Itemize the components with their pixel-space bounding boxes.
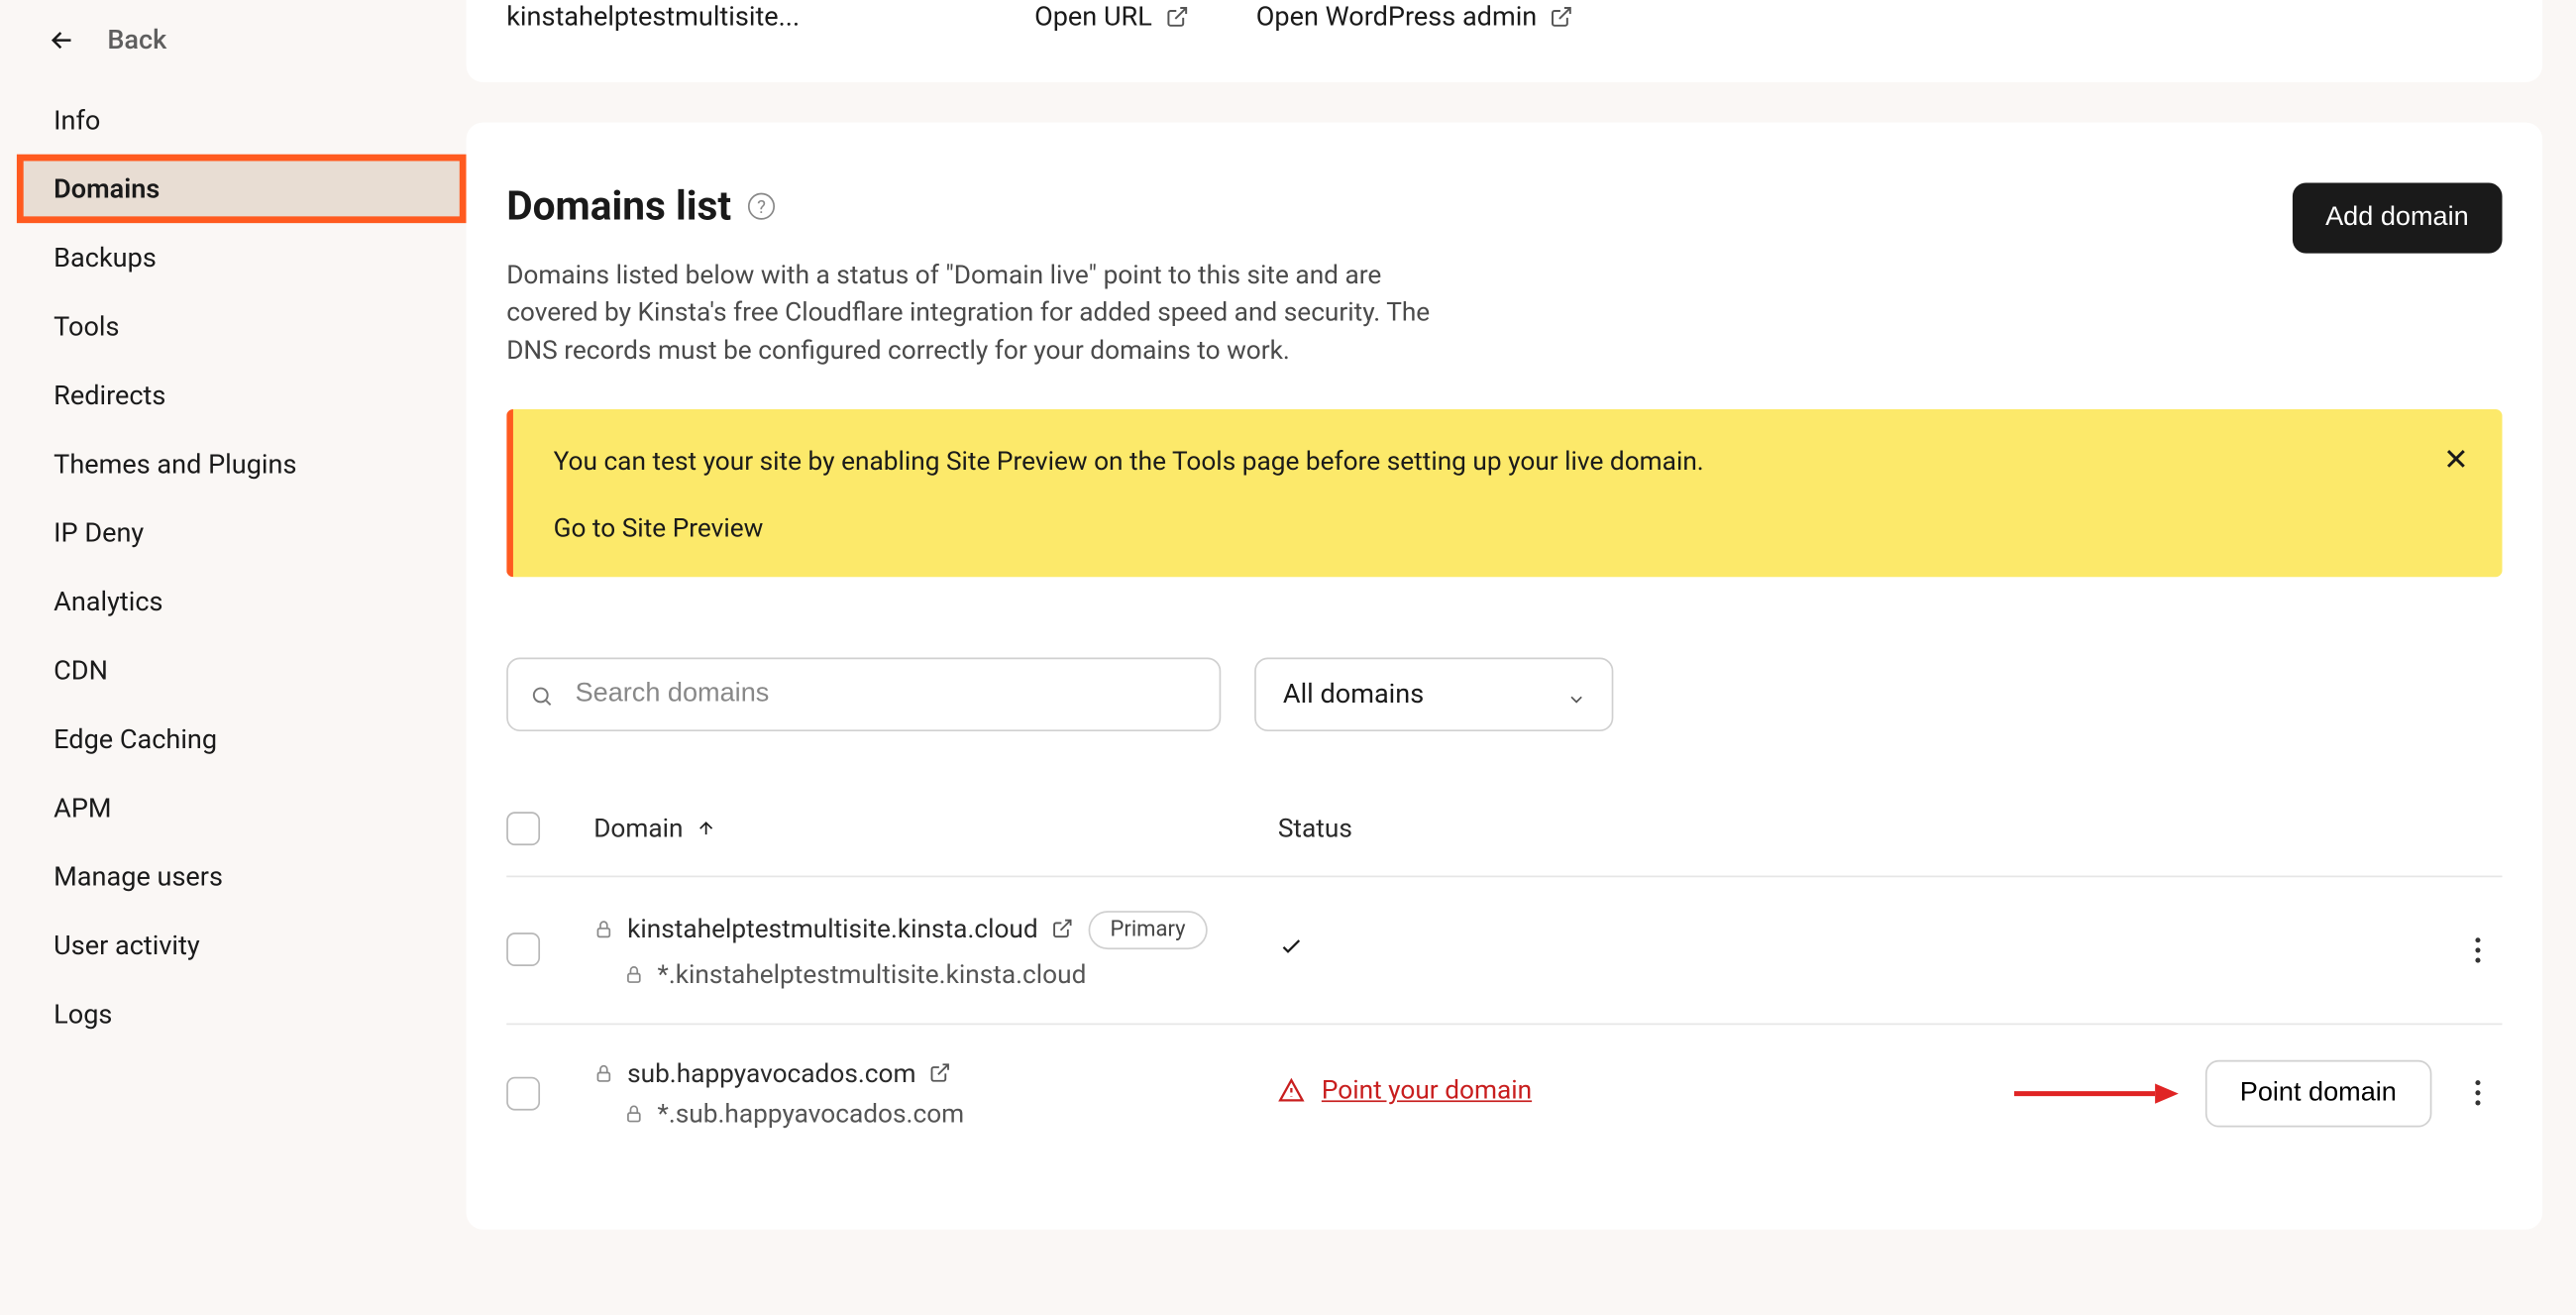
search-icon xyxy=(530,682,554,706)
chevron-down-icon xyxy=(1566,684,1586,704)
close-icon[interactable]: ✕ xyxy=(2443,444,2469,480)
lock-icon xyxy=(624,964,644,984)
external-link-icon[interactable] xyxy=(929,1061,953,1085)
topbar: kinstahelptestmultisite... Open URL Open… xyxy=(467,0,2543,82)
sidebar-item-cdn[interactable]: CDN xyxy=(0,636,467,705)
open-url-label: Open URL xyxy=(1034,0,1152,32)
row-menu-button[interactable] xyxy=(2452,924,2503,975)
sidebar-item-ip-deny[interactable]: IP Deny xyxy=(0,498,467,567)
domain-filter-select[interactable]: All domains xyxy=(1254,657,1613,730)
back-link[interactable]: Back xyxy=(0,24,467,86)
sidebar-item-user-activity[interactable]: User activity xyxy=(0,911,467,979)
external-link-icon xyxy=(1551,4,1574,28)
add-domain-button[interactable]: Add domain xyxy=(2292,183,2502,254)
primary-badge: Primary xyxy=(1088,911,1207,949)
open-wp-admin-label: Open WordPress admin xyxy=(1256,0,1538,32)
domain-name[interactable]: sub.happyavocados.com xyxy=(627,1058,915,1088)
table-row: kinstahelptestmultisite.kinsta.cloud Pri… xyxy=(506,877,2502,1025)
lock-icon xyxy=(593,920,613,939)
row-menu-button[interactable] xyxy=(2452,1067,2503,1119)
external-link-icon xyxy=(1165,4,1189,28)
point-domain-button[interactable]: Point domain xyxy=(2204,1059,2431,1127)
sidebar-item-logs[interactable]: Logs xyxy=(0,980,467,1048)
site-preview-alert: You can test your site by enabling Site … xyxy=(506,410,2502,577)
arrow-left-icon xyxy=(47,25,76,55)
page-title: Domains list xyxy=(506,183,731,230)
select-value: All domains xyxy=(1283,678,1424,710)
sidebar-item-manage-users[interactable]: Manage users xyxy=(0,842,467,911)
alert-text: You can test your site by enabling Site … xyxy=(554,444,2462,483)
sidebar-item-info[interactable]: Info xyxy=(0,85,467,154)
check-icon xyxy=(1278,932,1305,959)
sidebar-item-domains[interactable]: Domains xyxy=(17,155,467,223)
sidebar-item-themes-plugins[interactable]: Themes and Plugins xyxy=(0,429,467,497)
lock-icon xyxy=(593,1063,613,1083)
sidebar-item-edge-caching[interactable]: Edge Caching xyxy=(0,705,467,773)
table-row: sub.happyavocados.com *.sub.happyavocado… xyxy=(506,1025,2502,1162)
sidebar-item-apm[interactable]: APM xyxy=(0,773,467,841)
sort-ascending-icon xyxy=(697,818,716,837)
help-icon[interactable]: ? xyxy=(748,193,775,220)
row-checkbox[interactable] xyxy=(506,932,540,966)
sidebar-item-analytics[interactable]: Analytics xyxy=(0,567,467,635)
page-description: Domains listed below with a status of "D… xyxy=(506,257,1446,370)
wildcard-domain: *.kinstahelptestmultisite.kinsta.cloud xyxy=(658,959,1087,989)
alert-link[interactable]: Go to Site Preview xyxy=(554,512,2462,542)
site-name: kinstahelptestmultisite... xyxy=(506,0,800,32)
sidebar-item-redirects[interactable]: Redirects xyxy=(0,361,467,429)
sidebar-item-tools[interactable]: Tools xyxy=(0,292,467,361)
back-label: Back xyxy=(107,24,166,55)
domains-table: Domain Status xyxy=(506,812,2502,1162)
open-wp-admin-link[interactable]: Open WordPress admin xyxy=(1256,0,1574,32)
annotation-arrow-icon xyxy=(2010,1076,2178,1110)
search-input[interactable] xyxy=(506,657,1221,730)
column-header-status: Status xyxy=(1278,813,1881,842)
warning-icon xyxy=(1278,1077,1305,1104)
point-your-domain-link[interactable]: Point your domain xyxy=(1278,1075,1532,1105)
lock-icon xyxy=(624,1103,644,1123)
domain-name[interactable]: kinstahelptestmultisite.kinsta.cloud xyxy=(627,915,1038,944)
open-url-link[interactable]: Open URL xyxy=(1034,0,1189,32)
sidebar-nav: Info Domains Backups Tools Redirects The… xyxy=(0,85,467,1048)
column-header-domain[interactable]: Domain xyxy=(593,813,1278,842)
select-all-checkbox[interactable] xyxy=(506,812,540,845)
wildcard-domain: *.sub.happyavocados.com xyxy=(658,1098,965,1128)
domains-panel: Domains list ? Domains listed below with… xyxy=(467,123,2543,1230)
sidebar-item-backups[interactable]: Backups xyxy=(0,223,467,291)
external-link-icon[interactable] xyxy=(1051,918,1075,941)
row-checkbox[interactable] xyxy=(506,1076,540,1110)
